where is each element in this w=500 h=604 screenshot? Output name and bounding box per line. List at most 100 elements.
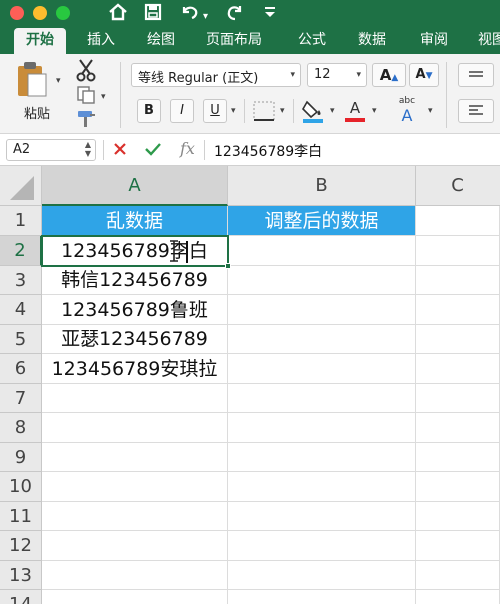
column-header-a[interactable]: A bbox=[42, 166, 228, 206]
fill-handle[interactable] bbox=[225, 263, 231, 269]
row-header-13[interactable]: 13 bbox=[0, 561, 42, 590]
tab-review[interactable]: 审阅 bbox=[420, 28, 448, 54]
undo-icon[interactable] bbox=[180, 2, 200, 22]
cell-c8[interactable] bbox=[416, 413, 500, 443]
name-box[interactable]: A2 ▲ ▼ bbox=[6, 139, 96, 161]
fill-color-icon[interactable] bbox=[301, 98, 325, 128]
copy-dropdown-icon[interactable]: ▾ bbox=[101, 92, 106, 102]
align-top-button[interactable] bbox=[458, 63, 494, 87]
cell-c2[interactable] bbox=[416, 236, 500, 266]
cell-c3[interactable] bbox=[416, 266, 500, 295]
select-all-corner[interactable] bbox=[0, 166, 42, 206]
copy-icon[interactable] bbox=[76, 85, 96, 109]
increase-font-size-button[interactable]: A▲ bbox=[372, 63, 406, 87]
cell-b9[interactable] bbox=[228, 443, 416, 472]
cell-b7[interactable] bbox=[228, 384, 416, 413]
cell-a12[interactable] bbox=[42, 531, 228, 561]
cell-c6[interactable] bbox=[416, 354, 500, 384]
row-header-11[interactable]: 11 bbox=[0, 502, 42, 531]
save-icon[interactable] bbox=[144, 2, 162, 22]
name-box-stepper-icon[interactable]: ▲ ▼ bbox=[85, 140, 91, 158]
cell-a2[interactable]: 123456789李白 bbox=[42, 236, 228, 266]
tab-view[interactable]: 视图 bbox=[478, 28, 500, 54]
fill-color-dropdown-icon[interactable]: ▾ bbox=[330, 106, 335, 116]
cell-a1[interactable]: 乱数据 bbox=[42, 206, 228, 236]
cell-b1[interactable]: 调整后的数据 bbox=[228, 206, 416, 236]
cell-a10[interactable] bbox=[42, 472, 228, 502]
tab-home[interactable]: 开始 bbox=[14, 28, 66, 54]
row-header-10[interactable]: 10 bbox=[0, 472, 42, 502]
italic-button[interactable]: I bbox=[170, 99, 194, 123]
cell-a9[interactable] bbox=[42, 443, 228, 472]
row-header-1[interactable]: 1 bbox=[0, 206, 42, 236]
font-color-dropdown-icon[interactable]: ▾ bbox=[372, 106, 377, 116]
cell-a8[interactable] bbox=[42, 413, 228, 443]
borders-dropdown-icon[interactable]: ▾ bbox=[280, 106, 285, 116]
insert-function-icon[interactable]: fx bbox=[180, 139, 195, 158]
cell-b13[interactable] bbox=[228, 561, 416, 590]
row-header-5[interactable]: 5 bbox=[0, 325, 42, 354]
zoom-window-button[interactable] bbox=[56, 6, 70, 20]
decrease-font-size-button[interactable]: A▼ bbox=[409, 63, 439, 87]
cell-c9[interactable] bbox=[416, 443, 500, 472]
cut-icon[interactable] bbox=[75, 58, 97, 86]
cell-a5[interactable]: 亚瑟123456789 bbox=[42, 325, 228, 354]
cell-a3[interactable]: 韩信123456789 bbox=[42, 266, 228, 295]
phonetic-dropdown-icon[interactable]: ▾ bbox=[428, 106, 433, 116]
row-header-8[interactable]: 8 bbox=[0, 413, 42, 443]
cell-b5[interactable] bbox=[228, 325, 416, 354]
cell-c13[interactable] bbox=[416, 561, 500, 590]
cell-a13[interactable] bbox=[42, 561, 228, 590]
cell-c11[interactable] bbox=[416, 502, 500, 531]
close-window-button[interactable] bbox=[10, 6, 24, 20]
cell-b3[interactable] bbox=[228, 266, 416, 295]
paste-dropdown-icon[interactable]: ▾ bbox=[56, 76, 61, 86]
enter-icon[interactable] bbox=[144, 141, 162, 161]
row-header-14[interactable]: 14 bbox=[0, 590, 42, 604]
cell-a4[interactable]: 123456789鲁班 bbox=[42, 295, 228, 325]
font-size-select[interactable]: 12 ▾ bbox=[307, 63, 367, 87]
align-left-button[interactable] bbox=[458, 99, 494, 123]
cell-a14[interactable] bbox=[42, 590, 228, 604]
cell-b8[interactable] bbox=[228, 413, 416, 443]
tab-insert[interactable]: 插入 bbox=[87, 28, 115, 54]
column-header-c[interactable]: C bbox=[416, 166, 500, 206]
cell-b10[interactable] bbox=[228, 472, 416, 502]
bold-button[interactable]: B bbox=[137, 99, 161, 123]
column-header-b[interactable]: B bbox=[228, 166, 416, 206]
cell-b4[interactable] bbox=[228, 295, 416, 325]
home-icon[interactable] bbox=[108, 2, 128, 22]
cell-c14[interactable] bbox=[416, 590, 500, 604]
cell-c10[interactable] bbox=[416, 472, 500, 502]
row-header-7[interactable]: 7 bbox=[0, 384, 42, 413]
cell-b2[interactable] bbox=[228, 236, 416, 266]
undo-dropdown-icon[interactable]: ▾ bbox=[203, 6, 208, 28]
borders-icon[interactable] bbox=[252, 100, 276, 126]
cell-c7[interactable] bbox=[416, 384, 500, 413]
font-color-icon[interactable]: A bbox=[343, 98, 367, 124]
row-header-9[interactable]: 9 bbox=[0, 443, 42, 472]
cell-a11[interactable] bbox=[42, 502, 228, 531]
phonetic-guide-button[interactable]: abc A bbox=[390, 96, 424, 128]
redo-icon[interactable] bbox=[225, 2, 245, 22]
cell-a6[interactable]: 123456789安琪拉 bbox=[42, 354, 228, 384]
cell-c5[interactable] bbox=[416, 325, 500, 354]
row-header-2[interactable]: 2 bbox=[0, 236, 42, 266]
row-header-6[interactable]: 6 bbox=[0, 354, 42, 384]
cell-b12[interactable] bbox=[228, 531, 416, 561]
formula-input[interactable]: 123456789李白 bbox=[214, 141, 322, 161]
font-name-select[interactable]: 等线 Regular (正文) ▾ bbox=[131, 63, 301, 87]
tab-data[interactable]: 数据 bbox=[358, 28, 386, 54]
cancel-icon[interactable] bbox=[112, 141, 128, 161]
cell-a7[interactable] bbox=[42, 384, 228, 413]
minimize-window-button[interactable] bbox=[33, 6, 47, 20]
cell-b11[interactable] bbox=[228, 502, 416, 531]
cell-c1[interactable] bbox=[416, 206, 500, 236]
underline-dropdown-icon[interactable]: ▾ bbox=[231, 106, 236, 116]
cell-b14[interactable] bbox=[228, 590, 416, 604]
tab-draw[interactable]: 绘图 bbox=[147, 28, 175, 54]
cell-c12[interactable] bbox=[416, 531, 500, 561]
tab-page-layout[interactable]: 页面布局 bbox=[206, 28, 262, 54]
customize-toolbar-icon[interactable] bbox=[264, 5, 276, 19]
format-painter-icon[interactable] bbox=[76, 109, 98, 133]
